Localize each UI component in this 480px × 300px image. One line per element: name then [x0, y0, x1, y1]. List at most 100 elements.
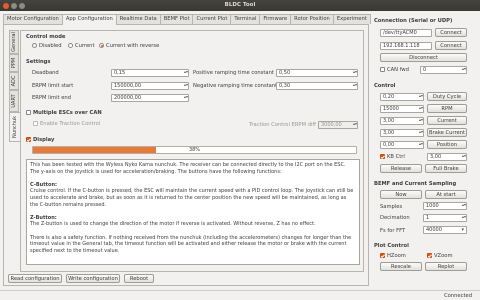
vzoom-box[interactable] [427, 253, 432, 258]
tab-app-configuration[interactable]: App Configuration [61, 14, 117, 25]
position-input[interactable]: 0,00 [380, 141, 424, 149]
serial-port-input[interactable]: /dev/ttyACM0 [380, 29, 432, 37]
vtab-ppm-label: PPM [11, 57, 17, 69]
display-label: Display [33, 137, 55, 143]
current-input[interactable]: 3,00 [380, 117, 424, 125]
vtab-general-label: General [11, 32, 17, 52]
decimation-input[interactable]: 1 [423, 214, 467, 222]
kb-ctrl-label: KB Ctrl [387, 154, 405, 160]
disconnect-button[interactable]: Disconnect [380, 53, 467, 62]
radio-disabled-label: Disabled [39, 43, 62, 49]
current-button[interactable]: Current [427, 116, 467, 125]
multiple-escs-checkbox[interactable]: Multiple ESCs over CAN [26, 110, 102, 116]
tab-realtime-data[interactable]: Realtime Data [115, 14, 161, 24]
erpm-start-input[interactable]: 150000,00 [111, 82, 189, 90]
rpm-input[interactable]: 15000 [380, 105, 424, 113]
position-button[interactable]: Position [427, 140, 467, 149]
vzoom-checkbox[interactable]: VZoom [427, 253, 453, 259]
decimation-label: Decimation [380, 215, 410, 221]
erpm-end-input[interactable]: 200000,00 [111, 94, 189, 102]
rpm-button[interactable]: RPM [427, 104, 467, 113]
display-checkbox[interactable]: Display [26, 137, 54, 143]
radio-current-label: Current [75, 43, 95, 49]
tab-bemf-plot[interactable]: BEMF Plot [159, 14, 194, 24]
display-progress-bar: 38% [32, 146, 357, 154]
replot-button[interactable]: Replot [425, 262, 467, 271]
help-text-box: This has been tested with the Wyless Nyk… [26, 159, 360, 265]
connect-serial-button[interactable]: Connect [435, 28, 467, 37]
vtab-adc[interactable]: ADC [9, 72, 19, 90]
duty-cycle-button[interactable]: Duty Cycle [427, 92, 467, 101]
bemf-heading: BEMF and Current Sampling [374, 181, 457, 187]
tab-current-plot[interactable]: Current Plot [192, 14, 232, 24]
brake-current-button[interactable]: Brake Current [427, 128, 467, 137]
tab-motor-configuration[interactable]: Motor Configuration [3, 14, 63, 24]
full-brake-button[interactable]: Full Brake [425, 164, 467, 173]
vtab-ppm[interactable]: PPM [9, 54, 19, 72]
control-heading: Control [374, 83, 396, 89]
ip-input[interactable]: 192.168.1.118 [380, 42, 432, 50]
reboot-button[interactable]: Reboot [124, 274, 154, 283]
sample-at-start-button[interactable]: At start [425, 190, 467, 199]
multiple-escs-label: Multiple ESCs over CAN [33, 110, 102, 116]
pos-ramp-label: Positive ramping time constant [193, 70, 274, 76]
radio-disabled[interactable]: Disabled [32, 43, 62, 49]
multiple-escs-box[interactable] [26, 110, 31, 115]
help-c-body: Cruise control. If the C-button is press… [30, 188, 354, 208]
tab-terminal[interactable]: Terminal [230, 14, 261, 24]
samples-input[interactable]: 1000 [423, 202, 467, 210]
vtab-nunchuk[interactable]: Nunchuk [9, 112, 20, 142]
pos-ramp-input[interactable]: 0,50 [276, 69, 358, 77]
read-configuration-button[interactable]: Read configuration [8, 274, 62, 283]
traction-control-box[interactable] [33, 121, 38, 126]
rescale-button[interactable]: Rescale [380, 262, 422, 271]
erpm-start-label: ERPM limit start [32, 83, 74, 89]
display-box[interactable] [26, 137, 31, 142]
title-bar: BLDC Tool [0, 0, 480, 11]
help-z-body: The Z-button is used to change the direc… [30, 221, 316, 228]
radio-current-indicator[interactable] [68, 43, 73, 48]
can-fwd-checkbox[interactable]: CAN fwd [380, 67, 409, 73]
erpm-end-label: ERPM limit end [32, 95, 71, 101]
deadband-input[interactable]: 0,15 [111, 69, 189, 77]
kb-ctrl-checkbox[interactable]: KB Ctrl [380, 154, 405, 160]
vtab-uart-label: UART [11, 94, 17, 108]
radio-current-with-reverse-indicator[interactable] [99, 43, 104, 48]
traction-erpm-diff-input[interactable]: 3000,00 [318, 121, 358, 129]
kb-ctrl-input[interactable]: 3,00 [427, 153, 467, 161]
vtab-adc-label: ADC [11, 75, 17, 87]
fs-fft-select[interactable]: 40000 [423, 226, 467, 234]
neg-ramp-input[interactable]: 0,30 [276, 82, 358, 90]
radio-current[interactable]: Current [68, 43, 94, 49]
sample-now-button[interactable]: Now [380, 190, 422, 199]
hzoom-box[interactable] [380, 253, 385, 258]
window-title: BLDC Tool [224, 2, 256, 8]
radio-current-with-reverse[interactable]: Current with reverse [99, 43, 159, 49]
tab-firmware[interactable]: Firmware [259, 14, 292, 24]
tab-experiment[interactable]: Experiment [332, 14, 371, 24]
write-configuration-button[interactable]: Write configuration [66, 274, 120, 283]
vtab-uart[interactable]: UART [9, 90, 19, 112]
connect-udp-button[interactable]: Connect [435, 41, 467, 50]
plot-control-heading: Plot Control [374, 243, 409, 249]
can-fwd-box[interactable] [380, 67, 385, 72]
radio-disabled-indicator[interactable] [32, 43, 37, 48]
traction-control-checkbox[interactable]: Enable Traction Control [33, 121, 100, 127]
can-fwd-input[interactable]: 0 [420, 66, 467, 74]
kb-ctrl-box[interactable] [380, 154, 385, 159]
help-safety: There is also a safety function. If noth… [30, 234, 352, 254]
help-intro: This has been tested with the Wyless Nyk… [30, 162, 346, 175]
display-progress-text: 38% [188, 147, 201, 153]
can-fwd-label: CAN fwd [387, 67, 409, 73]
vtab-general[interactable]: General [9, 30, 19, 54]
traction-control-label: Enable Traction Control [40, 121, 101, 127]
release-button[interactable]: Release [380, 164, 422, 173]
radio-current-with-reverse-label: Current with reverse [106, 43, 160, 49]
help-z-heading: Z-Button: [30, 214, 57, 221]
tab-rotor-position[interactable]: Rotor Position [290, 14, 334, 24]
connection-heading: Connection (Serial or UDP) [374, 18, 453, 24]
brake-input[interactable]: 3,00 [380, 129, 424, 137]
hzoom-checkbox[interactable]: HZoom [380, 253, 406, 259]
control-mode-heading: Control mode [26, 34, 66, 40]
duty-input[interactable]: 0,20 [380, 93, 424, 101]
